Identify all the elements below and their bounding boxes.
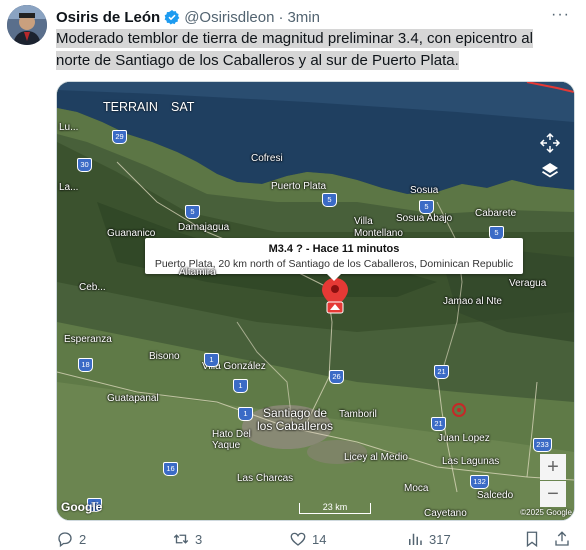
map-scale: 23 km (299, 503, 371, 514)
place-altamira: Altamira (179, 267, 216, 278)
place-licey: Licey al Medio (344, 452, 408, 463)
tweet-timestamp[interactable]: 3min (287, 9, 320, 26)
route-shield: 1 (204, 353, 219, 367)
place-tamboril: Tamboril (339, 409, 377, 420)
terrain-tab[interactable]: TERRAIN (103, 100, 158, 114)
like-button[interactable]: 14 (289, 530, 326, 548)
route-shield: 21 (434, 365, 449, 379)
place-ceb: Ceb... (79, 282, 106, 293)
author-handle[interactable]: @Osirisdleon (184, 9, 274, 26)
place-santiago: Santiago de los Caballeros (257, 406, 334, 433)
zoom-in-button[interactable]: + (540, 454, 566, 480)
retweet-icon (173, 534, 189, 544)
route-shield: 5 (185, 205, 200, 219)
place-puerto-plata: Puerto Plata (271, 181, 327, 192)
verified-badge-icon (164, 10, 180, 25)
zoom-out-button[interactable]: − (540, 481, 566, 507)
place-veragua: Veragua (509, 278, 547, 289)
separator-dot: · (278, 8, 284, 26)
place-damajagua: Damajagua (178, 222, 230, 233)
place-guananico: Guananico (107, 228, 156, 239)
views-count: 317 (429, 531, 451, 547)
place-cofresi: Cofresi (251, 153, 283, 164)
place-guatapanal: Guatapanal (107, 393, 159, 404)
bookmark-icon (526, 531, 538, 548)
place-sosua: Sosua (410, 185, 439, 196)
place-la-isabela: La... (59, 182, 79, 193)
place-cabarete: Cabarete (475, 208, 517, 219)
place-luperon: Lu... (59, 122, 79, 133)
tweet-text-content: Moderado temblor de tierra de magnitud p… (56, 29, 533, 70)
place-cayetano: Cayetano (424, 508, 467, 519)
author-avatar[interactable] (7, 5, 47, 45)
route-shield: 132 (470, 475, 489, 489)
place-moca: Moca (404, 483, 429, 494)
tweet-media-map[interactable]: TERRAIN SAT M3.4 ? - Hace 11 minutos Pue… (56, 81, 575, 521)
share-icon (555, 531, 569, 546)
fullscreen-icon[interactable] (537, 130, 563, 156)
route-shield: 5 (322, 193, 337, 207)
share-button[interactable] (553, 530, 571, 548)
place-villa-montellano: Villa Montellano (354, 216, 403, 239)
retweet-count: 3 (195, 531, 203, 547)
place-las-charcas: Las Charcas (237, 473, 294, 484)
place-las-lagunas: Las Lagunas (442, 456, 500, 467)
heart-icon (290, 532, 306, 546)
route-shield: 233 (533, 438, 552, 452)
views-button[interactable]: 317 (406, 530, 451, 548)
retweet-button[interactable]: 3 (172, 530, 202, 548)
author-name[interactable]: Osiris de León (56, 9, 160, 26)
place-salcedo: Salcedo (477, 490, 514, 501)
place-jamao: Jamao al Nte (443, 296, 502, 307)
tweet-actions: 2 3 14 317 (56, 530, 576, 550)
like-count: 14 (312, 531, 327, 547)
place-esperanza: Esperanza (64, 334, 112, 345)
google-logo: Google (61, 500, 103, 514)
route-shield: 16 (163, 462, 178, 476)
more-options-icon[interactable]: ··· (551, 6, 570, 24)
bookmark-button[interactable] (523, 530, 541, 548)
callout-title: M3.4 ? - Hace 11 minutos (268, 243, 400, 255)
layers-icon[interactable] (537, 158, 563, 184)
place-sosua-abajo: Sosua Abajo (396, 213, 453, 224)
place-juan-lopez: Juan Lopez (438, 433, 490, 444)
satellite-tab[interactable]: SAT (171, 100, 194, 114)
route-shield: 1 (233, 379, 248, 393)
place-bisono: Bisono (149, 351, 180, 362)
route-shield: 30 (77, 158, 92, 172)
route-shield: 1 (238, 407, 253, 421)
route-shield: 21 (431, 417, 446, 431)
route-shield: 5 (489, 226, 504, 240)
place-hato-del-yaque: Hato Del Yaque (212, 429, 251, 451)
route-shield: 5 (419, 200, 434, 214)
route-shield: 18 (78, 358, 93, 372)
views-icon (409, 533, 422, 545)
route-shield: 29 (112, 130, 127, 144)
reply-button[interactable]: 2 (56, 530, 86, 548)
reply-count: 2 (79, 531, 87, 547)
tweet-text: Moderado temblor de tierra de magnitud p… (56, 28, 566, 72)
map-copyright: ©2025 Google (520, 508, 572, 517)
route-shield: 26 (329, 370, 344, 384)
reply-icon (58, 532, 72, 548)
tweet-header: Osiris de León @Osirisdleon · 3min ··· (56, 6, 576, 28)
